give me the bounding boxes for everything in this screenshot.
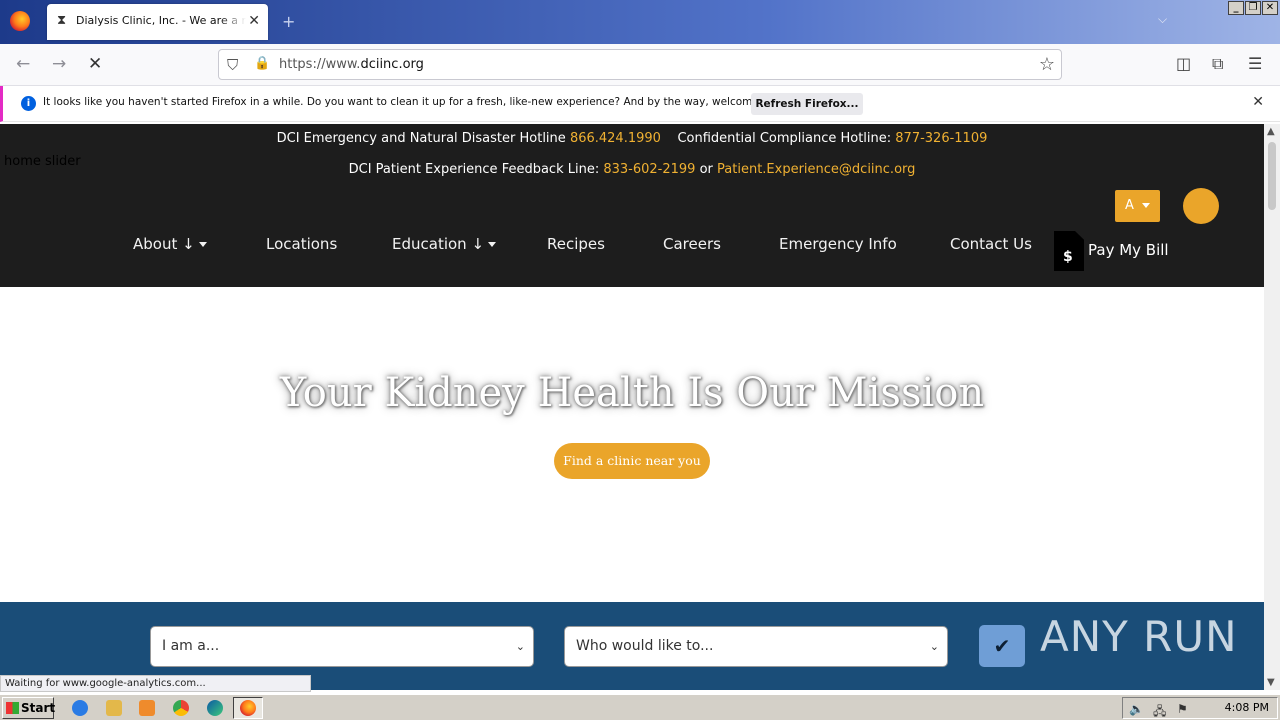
nav-education-label: Education ↓ — [392, 235, 485, 253]
app-menu-icon[interactable]: ☰ — [1248, 54, 1262, 73]
url-text[interactable]: https://www.dciinc.org — [279, 57, 424, 72]
firefox-icon — [240, 700, 256, 716]
volume-icon[interactable]: 🔈 — [1129, 702, 1144, 716]
chevron-down-icon — [1142, 203, 1151, 208]
close-window-icon[interactable]: ✕ — [1262, 1, 1278, 15]
ie-icon[interactable] — [72, 700, 88, 716]
notification-message: It looks like you haven't started Firefo… — [43, 96, 792, 108]
lock-icon[interactable]: 🔒 — [254, 56, 270, 71]
feedback-row: DCI Patient Experience Feedback Line: 83… — [0, 162, 1264, 177]
chevron-down-icon: ⌄ — [929, 640, 939, 653]
chevron-down-icon — [488, 242, 497, 247]
vertical-scrollbar[interactable]: ▲ ▼ — [1264, 124, 1280, 690]
i-am-a-select[interactable]: I am a... ⌄ — [150, 626, 534, 667]
tab-close-icon[interactable]: ✕ — [248, 13, 260, 29]
windows-taskbar: Start 🔈 🖧 ⚑ 4:08 PM — [0, 694, 1280, 720]
list-all-tabs-icon[interactable]: ⌵ — [1158, 12, 1167, 27]
windows-logo-icon — [6, 702, 19, 714]
nav-education[interactable]: Education ↓ — [392, 235, 497, 253]
url-bar[interactable]: ⛉ 🔒 https://www.dciinc.org ☆ — [218, 49, 1062, 80]
nav-careers[interactable]: Careers — [663, 235, 721, 253]
refresh-firefox-button[interactable]: Refresh Firefox... — [751, 93, 863, 115]
taskbar-clock: 4:08 PM — [1224, 701, 1269, 714]
site-header: DCI Emergency and Natural Disaster Hotli… — [0, 124, 1264, 287]
bill-document-icon[interactable]: $ — [1054, 231, 1084, 271]
status-bar: Waiting for www.google-analytics.com... — [0, 675, 311, 692]
hotline-row: DCI Emergency and Natural Disaster Hotli… — [0, 131, 1264, 146]
restore-window-icon[interactable]: ❐ — [1245, 1, 1261, 15]
forward-arrow-icon[interactable]: → — [52, 54, 66, 74]
notification-close-icon[interactable]: ✕ — [1252, 94, 1264, 110]
feedback-or: or — [699, 162, 713, 177]
submit-check-button[interactable]: ✔ — [979, 625, 1025, 667]
chrome-icon[interactable] — [173, 700, 189, 716]
extensions-icon[interactable]: ⧉ — [1212, 54, 1223, 74]
would-like-to-select[interactable]: Who would like to... ⌄ — [564, 626, 948, 667]
system-tray: 🔈 🖧 ⚑ 4:08 PM — [1122, 697, 1278, 719]
flag-icon[interactable]: ⚑ — [1177, 702, 1188, 716]
firefox-logo-icon[interactable] — [10, 11, 30, 31]
stop-loading-icon[interactable]: ✕ — [88, 54, 102, 74]
navigation-toolbar: ← → ✕ ⛉ 🔒 https://www.dciinc.org ☆ ◫ ⧉ ☰ — [0, 44, 1280, 86]
compliance-hotline-label: Confidential Compliance Hotline: — [677, 131, 892, 146]
compliance-hotline-number[interactable]: 877-326-1109 — [895, 131, 987, 146]
feedback-number[interactable]: 833-602-2199 — [603, 162, 695, 177]
hotline-label: DCI Emergency and Natural Disaster Hotli… — [276, 131, 566, 146]
nav-pay-my-bill[interactable]: Pay My Bill — [1088, 241, 1169, 259]
media-player-icon[interactable] — [139, 700, 155, 716]
nav-contact-us[interactable]: Contact Us — [950, 235, 1032, 253]
nav-about[interactable]: About ↓ — [133, 235, 207, 253]
edge-icon[interactable] — [207, 700, 223, 716]
start-label: Start — [21, 701, 56, 715]
nav-recipes[interactable]: Recipes — [547, 235, 605, 253]
scroll-up-icon[interactable]: ▲ — [1267, 126, 1275, 137]
hero-title: Your Kidney Health Is Our Mission — [279, 370, 985, 416]
chevron-down-icon — [198, 242, 207, 247]
home-slider-alt-text: home slider — [4, 154, 81, 169]
feedback-label: DCI Patient Experience Feedback Line: — [348, 162, 600, 177]
nav-about-label: About ↓ — [133, 235, 195, 253]
minimize-window-icon[interactable]: _ — [1228, 1, 1244, 15]
language-label: A — [1124, 198, 1134, 213]
nav-emergency-info[interactable]: Emergency Info — [779, 235, 897, 253]
start-button[interactable]: Start — [2, 697, 56, 719]
bookmark-star-icon[interactable]: ☆ — [1039, 54, 1055, 75]
chevron-down-icon: ⌄ — [515, 640, 525, 653]
loading-hourglass-icon: ⧗ — [57, 13, 67, 28]
tab-title: Dialysis Clinic, Inc. - We are a not-for… — [76, 14, 246, 27]
info-icon: i — [21, 96, 36, 111]
folder-icon[interactable] — [106, 700, 122, 716]
find-clinic-button[interactable]: Find a clinic near you — [554, 443, 710, 479]
pocket-icon[interactable]: ◫ — [1176, 54, 1191, 73]
accessibility-circle-button[interactable] — [1183, 188, 1219, 224]
language-dropdown-button[interactable]: A — [1115, 190, 1160, 222]
anyrun-watermark: ANY RUN — [1040, 612, 1238, 661]
tab-dci[interactable]: ⧗ Dialysis Clinic, Inc. - We are a not-f… — [47, 4, 268, 40]
scrollbar-thumb[interactable] — [1268, 142, 1276, 210]
browser-titlebar: ⧗ Dialysis Clinic, Inc. - We are a not-f… — [0, 0, 1280, 44]
web-page: DCI Emergency and Natural Disaster Hotli… — [0, 124, 1264, 690]
nav-locations[interactable]: Locations — [266, 235, 337, 253]
feedback-email-link[interactable]: Patient.Experience@dciinc.org — [717, 162, 915, 177]
i-am-a-select-value: I am a... — [162, 638, 220, 654]
emergency-hotline-number[interactable]: 866.424.1990 — [570, 131, 661, 146]
new-tab-icon[interactable]: + — [282, 12, 295, 31]
scroll-down-icon[interactable]: ▼ — [1267, 677, 1275, 688]
refresh-notification-bar: i It looks like you haven't started Fire… — [0, 86, 1280, 122]
tracking-shield-icon[interactable]: ⛉ — [227, 56, 238, 74]
would-like-to-select-value: Who would like to... — [576, 638, 714, 654]
firefox-taskbar-button[interactable] — [233, 697, 263, 719]
back-arrow-icon[interactable]: ← — [16, 54, 30, 74]
